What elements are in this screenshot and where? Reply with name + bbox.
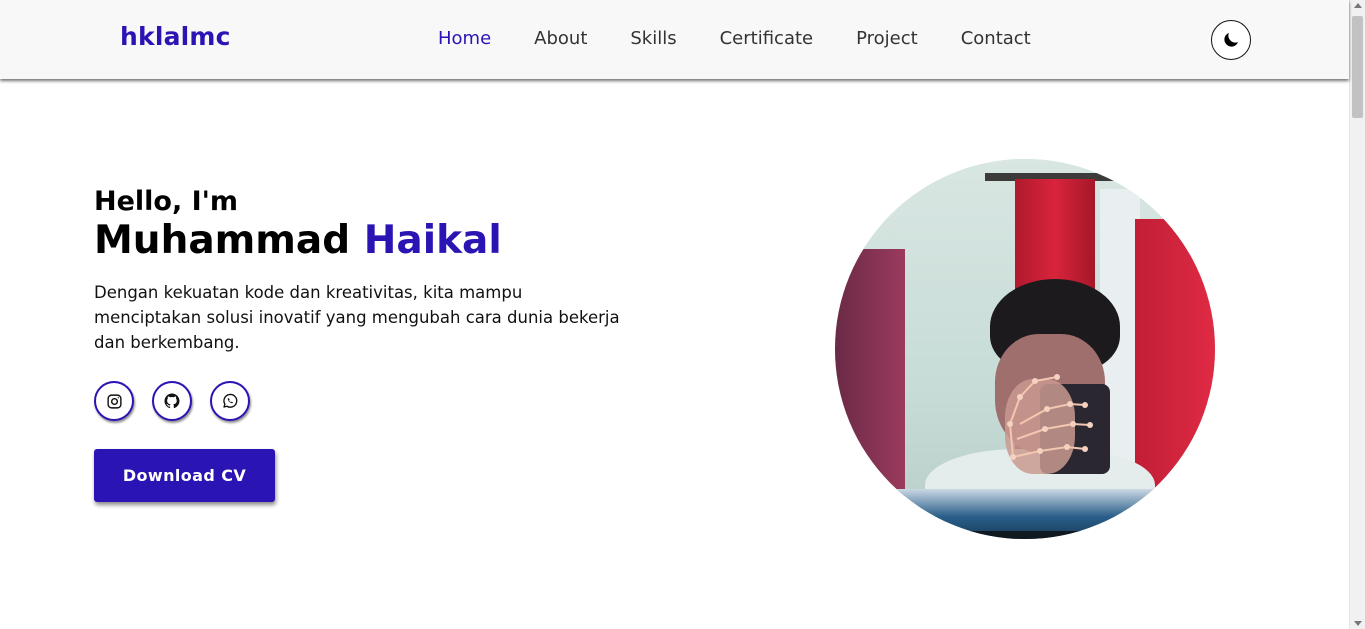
theme-toggle-button[interactable] [1211,20,1251,60]
instagram-icon [106,393,122,409]
social-links [94,381,654,421]
whatsapp-button[interactable] [210,381,250,421]
hero-name-accent: Haikal [363,218,502,263]
hero-greeting: Hello, I'm [94,186,239,217]
hand-landmarks-overlay [1007,374,1093,460]
hero-name: Muhammad Haikal [94,218,654,264]
portfolio-page: hklalmc Home About Skills Certificate Pr… [0,0,1365,629]
page-scrollbar[interactable] [1349,0,1365,629]
github-icon [164,393,180,409]
nav-skills[interactable]: Skills [630,28,676,49]
hero-section: Hello, I'm Muhammad Haikal Dengan kekuat… [94,186,654,502]
profile-photo [835,159,1215,539]
scroll-down-arrow-icon[interactable] [1354,621,1362,626]
nav-certificate[interactable]: Certificate [720,28,814,49]
instagram-button[interactable] [94,381,134,421]
nav-home[interactable]: Home [438,28,491,49]
navbar: hklalmc Home About Skills Certificate Pr… [0,0,1349,79]
main-nav: Home About Skills Certificate Project Co… [438,28,1074,49]
scroll-up-arrow-icon[interactable] [1354,3,1362,8]
nav-about[interactable]: About [534,28,587,49]
hero-description: Dengan kekuatan kode dan kreativitas, ki… [94,283,620,352]
moon-icon [1224,32,1239,47]
nav-project[interactable]: Project [856,28,918,49]
download-cv-button[interactable]: Download CV [94,449,275,502]
photo-taskbar-band [835,531,1215,539]
nav-contact[interactable]: Contact [961,28,1031,49]
logo[interactable]: hklalmc [120,22,231,51]
github-button[interactable] [152,381,192,421]
scrollbar-thumb[interactable] [1352,16,1363,118]
hero-name-first: Muhammad [94,218,351,263]
whatsapp-icon [223,393,238,408]
